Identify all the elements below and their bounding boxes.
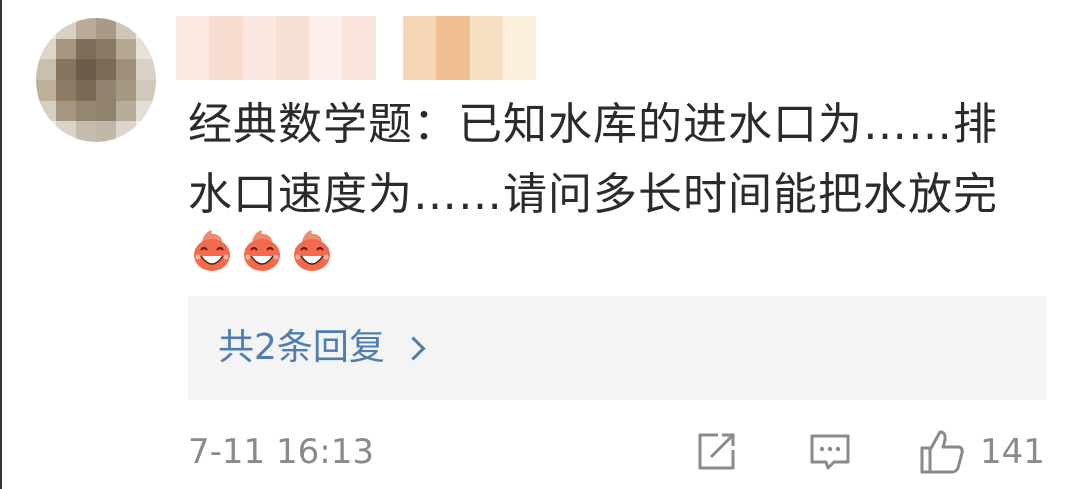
laughing-emoji-icon [244,230,280,271]
like-button[interactable]: 141 [918,426,1048,478]
username-redacted[interactable] [176,16,536,80]
share-icon [698,433,735,470]
replies-box[interactable]: 共2条回复 [188,296,1046,400]
thumbs-up-icon [920,430,964,474]
comment-icon [810,434,850,470]
reply-button[interactable] [808,426,856,478]
comment-line-2: 水口速度为……请问多长时间能把水放完 [188,169,998,220]
replies-label: 共2条回复 [218,327,385,368]
share-button[interactable] [694,426,742,478]
chevron-right-icon [401,335,426,361]
comment-line-1: 经典数学题：已知水库的进水口为……排 [188,99,998,150]
comment-timestamp: 7-11 16:13 [188,432,374,472]
view-replies-link[interactable]: 共2条回复 [218,320,426,376]
like-count: 141 [980,432,1045,472]
comment-text: 经典数学题：已知水库的进水口为……排 水口速度为……请问多长时间能把水放完 [188,90,1048,230]
frame-edge [0,0,2,489]
avatar[interactable] [36,18,156,142]
laughing-emoji-icon [294,230,330,271]
laughing-emoji-icon [194,230,230,271]
emoji-row [188,226,336,274]
